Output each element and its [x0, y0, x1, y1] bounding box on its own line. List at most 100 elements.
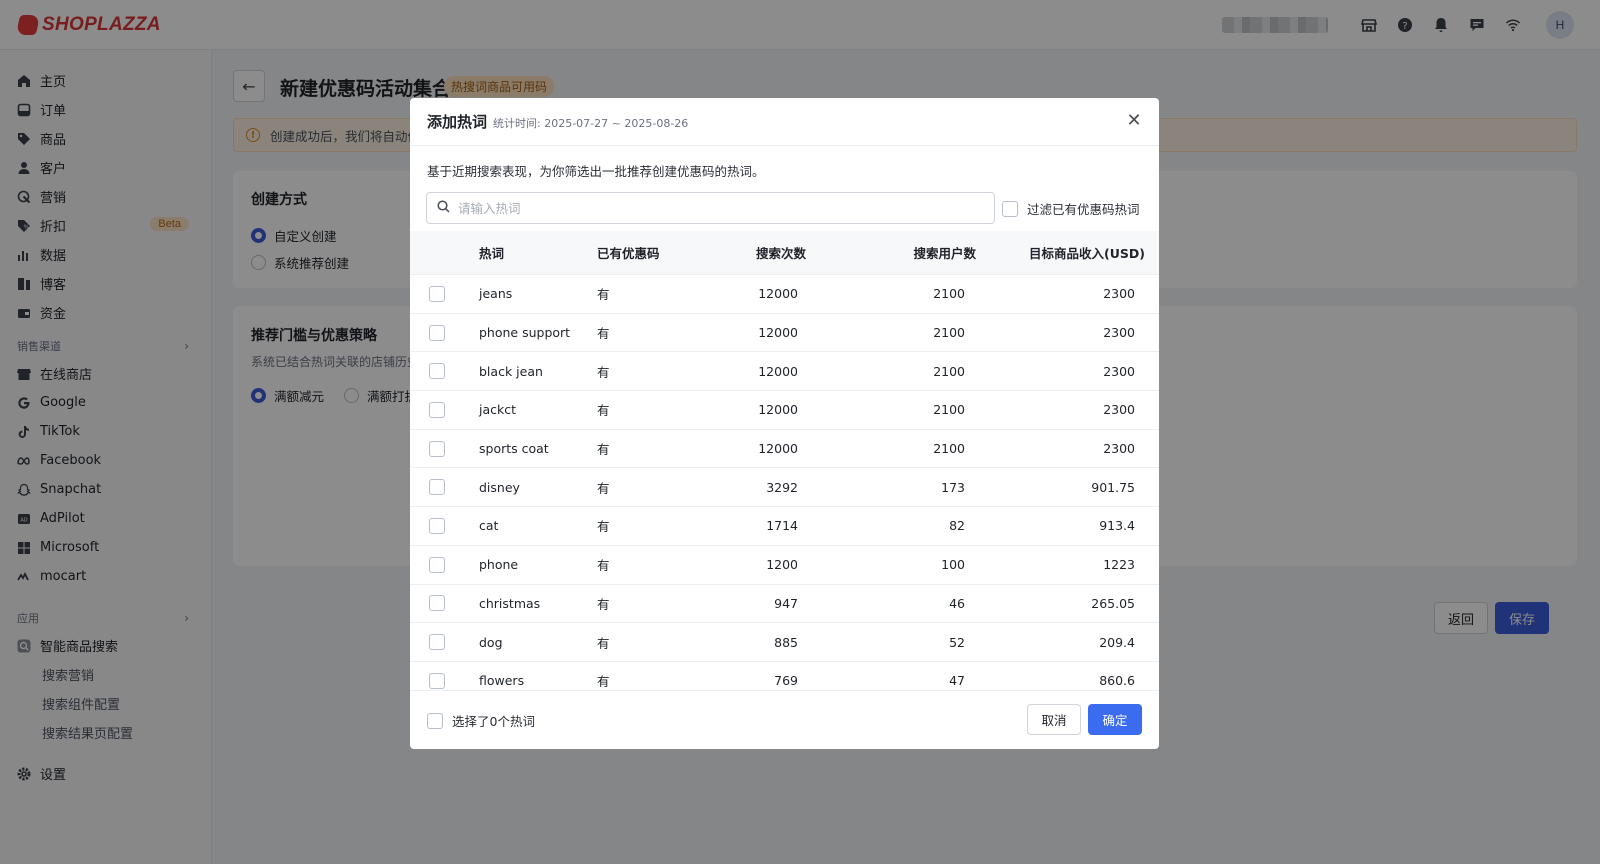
search-users-cell: 52	[949, 634, 965, 650]
table-row[interactable]: phone 有 1200 100 1223	[410, 546, 1159, 585]
has-code-cell: 有	[597, 519, 610, 535]
revenue-cell: 1223	[1103, 557, 1135, 573]
checkbox-icon	[429, 363, 445, 380]
has-code-cell: 有	[597, 480, 610, 496]
keyword-cell: disney	[479, 479, 520, 495]
table-row[interactable]: jeans 有 12000 2100 2300	[410, 275, 1159, 314]
add-hot-keyword-modal: 添加热词 统计时间: 2025-07-27 ~ 2025-08-26 ✕ 基于近…	[410, 98, 1159, 749]
keyword-cell: phone support	[479, 325, 571, 341]
search-count-cell: 885	[774, 634, 798, 650]
revenue-cell: 860.6	[1099, 673, 1135, 689]
keyword-cell: phone	[479, 557, 519, 573]
row-checkbox[interactable]	[429, 430, 454, 468]
search-users-cell: 2100	[933, 402, 965, 418]
has-code-cell: 有	[597, 326, 610, 342]
stat-period: 统计时间: 2025-07-27 ~ 2025-08-26	[493, 117, 689, 130]
table-row[interactable]: dog 有 885 52 209.4	[410, 623, 1159, 662]
close-icon[interactable]: ✕	[1125, 112, 1143, 130]
filter-label: 过滤已有优惠码热词	[1027, 202, 1140, 217]
revenue-cell: 2300	[1103, 325, 1135, 341]
table-row[interactable]: sports coat 有 12000 2100 2300	[410, 430, 1159, 469]
has-code-cell: 有	[597, 287, 610, 303]
keyword-cell: christmas	[479, 595, 541, 611]
row-checkbox[interactable]	[429, 507, 454, 545]
checkbox-icon	[429, 324, 445, 341]
cancel-button[interactable]: 取消	[1027, 704, 1081, 735]
keyword-cell: cat	[479, 518, 499, 534]
search-count-cell: 12000	[758, 402, 798, 418]
row-checkbox[interactable]	[429, 585, 454, 623]
search-count-cell: 12000	[758, 286, 798, 302]
row-checkbox[interactable]	[429, 352, 454, 390]
table-row[interactable]: jackct 有 12000 2100 2300	[410, 391, 1159, 430]
checkbox-icon	[429, 556, 445, 573]
checkbox-icon	[1002, 200, 1018, 217]
selected-count-label: 选择了0个热词	[452, 714, 535, 729]
modal-title: 添加热词	[427, 113, 488, 131]
search-users-cell: 100	[941, 557, 965, 573]
column-header-has-code[interactable]: 已有优惠码	[597, 231, 660, 274]
search-count-cell: 12000	[758, 441, 798, 457]
keyword-search-field[interactable]	[426, 192, 995, 224]
confirm-button[interactable]: 确定	[1088, 704, 1142, 735]
keyword-table: 热词 已有优惠码 搜索次数 搜索用户数 目标商品收入(USD) jeans 有 12…	[410, 231, 1159, 690]
search-users-cell: 173	[941, 479, 965, 495]
modal-description: 基于近期搜索表现，为你筛选出一批推荐创建优惠码的热词。	[427, 164, 765, 179]
checkbox-icon	[429, 285, 445, 302]
row-checkbox[interactable]	[429, 546, 454, 584]
has-code-cell: 有	[597, 558, 610, 574]
column-header-search-count[interactable]: 搜索次数	[710, 231, 806, 274]
row-checkbox[interactable]	[429, 314, 454, 352]
select-all-checkbox[interactable]: 选择了0个热词	[427, 711, 535, 730]
checkbox-icon	[429, 595, 445, 612]
search-count-cell: 1714	[766, 518, 798, 534]
has-code-cell: 有	[597, 596, 610, 612]
search-count-cell: 947	[774, 595, 798, 611]
revenue-cell: 2300	[1103, 441, 1135, 457]
checkbox-icon	[429, 401, 445, 418]
checkbox-icon	[429, 479, 445, 496]
filter-existing-checkbox[interactable]: 过滤已有优惠码热词	[1002, 199, 1140, 218]
search-count-cell: 12000	[758, 325, 798, 341]
search-input[interactable]	[458, 200, 958, 216]
column-header-search-users[interactable]: 搜索用户数	[870, 231, 976, 274]
checkbox-icon	[427, 712, 443, 729]
revenue-cell: 901.75	[1091, 479, 1135, 495]
row-checkbox[interactable]	[429, 662, 454, 690]
search-count-cell: 769	[774, 673, 798, 689]
revenue-cell: 265.05	[1091, 595, 1135, 611]
column-header-keyword[interactable]: 热词	[479, 231, 504, 274]
revenue-cell: 209.4	[1099, 634, 1135, 650]
keyword-cell: jackct	[479, 402, 517, 418]
search-users-cell: 82	[949, 518, 965, 534]
search-users-cell: 2100	[933, 325, 965, 341]
checkbox-icon	[429, 517, 445, 534]
revenue-cell: 913.4	[1099, 518, 1135, 534]
revenue-cell: 2300	[1103, 286, 1135, 302]
modal-footer: 选择了0个热词 取消 确定	[410, 690, 1159, 749]
table-row[interactable]: flowers 有 769 47 860.6	[410, 662, 1159, 690]
row-checkbox[interactable]	[429, 468, 454, 506]
table-header: 热词 已有优惠码 搜索次数 搜索用户数 目标商品收入(USD)	[410, 231, 1159, 275]
table-row[interactable]: cat 有 1714 82 913.4	[410, 507, 1159, 546]
checkbox-icon	[429, 440, 445, 457]
row-checkbox[interactable]	[429, 623, 454, 661]
has-code-cell: 有	[597, 674, 610, 690]
has-code-cell: 有	[597, 364, 610, 380]
search-users-cell: 2100	[933, 441, 965, 457]
revenue-cell: 2300	[1103, 363, 1135, 379]
search-users-cell: 47	[949, 673, 965, 689]
modal-header: 添加热词 统计时间: 2025-07-27 ~ 2025-08-26 ✕	[410, 98, 1159, 146]
table-row[interactable]: christmas 有 947 46 265.05	[410, 585, 1159, 624]
row-checkbox[interactable]	[429, 275, 454, 313]
checkbox-icon	[429, 672, 445, 689]
table-row[interactable]: phone support 有 12000 2100 2300	[410, 314, 1159, 353]
search-count-cell: 1200	[766, 557, 798, 573]
column-header-revenue[interactable]: 目标商品收入(USD)	[1010, 231, 1145, 274]
row-checkbox[interactable]	[429, 391, 454, 429]
table-row[interactable]: disney 有 3292 173 901.75	[410, 468, 1159, 508]
search-users-cell: 2100	[933, 363, 965, 379]
search-count-cell: 12000	[758, 363, 798, 379]
table-row[interactable]: black jean 有 12000 2100 2300	[410, 352, 1159, 392]
search-users-cell: 46	[949, 595, 965, 611]
